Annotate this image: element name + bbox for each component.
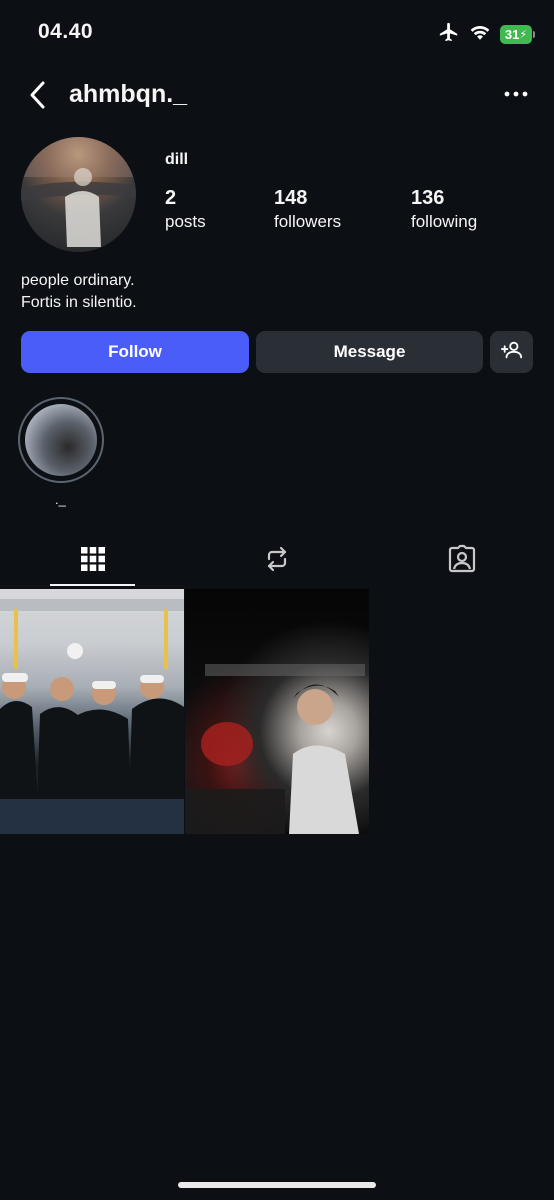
follow-button[interactable]: Follow <box>21 331 249 373</box>
battery-level: 31 <box>504 27 520 42</box>
bio-line: Fortis in silentio. <box>21 294 137 311</box>
story-highlight[interactable] <box>18 397 104 483</box>
home-indicator <box>178 1182 376 1188</box>
stat-following-count: 136 <box>411 187 445 209</box>
stat-posts[interactable]: 2 posts <box>165 187 206 232</box>
stat-posts-count: 2 <box>165 187 177 209</box>
tab-grid[interactable] <box>50 538 135 586</box>
stat-following-label: following <box>411 212 478 231</box>
repost-icon <box>263 545 291 578</box>
battery-charging-icon: 31 ⚡ <box>500 25 535 44</box>
grid-icon <box>80 546 106 577</box>
stat-followers[interactable]: 148 followers <box>274 187 341 232</box>
more-dots-icon[interactable] <box>502 82 530 106</box>
stat-followers-label: followers <box>274 212 342 231</box>
post-thumbnail[interactable] <box>0 589 184 834</box>
status-icons: 31 ⚡ <box>438 21 535 48</box>
suggest-accounts-button[interactable] <box>490 331 533 373</box>
profile-avatar[interactable] <box>21 137 136 252</box>
stat-followers-count: 148 <box>274 187 308 209</box>
stat-following[interactable]: 136 following <box>411 187 477 232</box>
tab-tagged[interactable] <box>419 538 504 584</box>
profile-display-name: dill <box>165 151 189 168</box>
stat-posts-label: posts <box>165 212 206 231</box>
highlight-cover-image <box>25 404 97 476</box>
highlight-label: ._ <box>55 492 66 507</box>
post-thumbnail[interactable] <box>185 589 369 834</box>
airplane-icon <box>438 21 460 48</box>
tab-reposts[interactable] <box>234 538 319 584</box>
back-chevron-icon[interactable] <box>24 78 52 112</box>
tagged-person-icon <box>447 544 477 579</box>
add-person-icon <box>500 339 523 366</box>
profile-bio: people ordinary. Fortis in silentio. <box>21 270 137 314</box>
wifi-icon <box>469 23 491 46</box>
message-button[interactable]: Message <box>256 331 483 373</box>
status-time: 04.40 <box>38 20 94 43</box>
bio-line: people ordinary. <box>21 272 135 289</box>
profile-username: ahmbqn._ <box>69 80 188 108</box>
